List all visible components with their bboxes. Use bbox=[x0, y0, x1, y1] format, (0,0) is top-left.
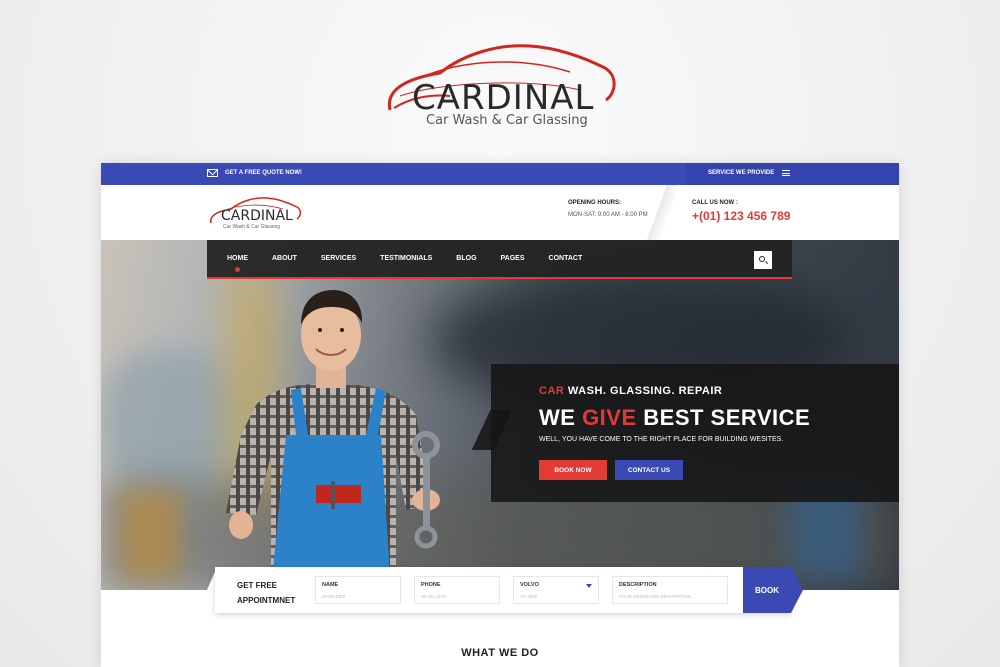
headline-end: BEST SERVICE bbox=[636, 405, 811, 430]
hero-subtitle-highlight: CAR bbox=[539, 385, 565, 397]
hero-message-panel: CAR WASH. GLASSING. REPAIR WE GIVE BEST … bbox=[491, 364, 899, 502]
appointment-title: GET FREE APPOINTMNET bbox=[237, 578, 295, 608]
nav-item-about[interactable]: ABOUT bbox=[272, 255, 297, 262]
vehicle-select-label: VOLVO bbox=[520, 582, 539, 588]
divider bbox=[646, 185, 682, 240]
headline-start: WE bbox=[539, 405, 583, 430]
description-field[interactable]: DESCRIPTION YOUR NEEDS AND DESCRIPTION bbox=[612, 576, 728, 604]
main-nav: HOME ABOUT SERVICES TESTIMONIALS BLOG PA… bbox=[207, 240, 792, 279]
brand-name: CARDINAL bbox=[412, 78, 595, 118]
search-button[interactable] bbox=[754, 251, 772, 269]
call-us: CALL US NOW : +(01) 123 456 789 bbox=[692, 200, 790, 223]
site-logo[interactable]: CARDINAL Car Wash & Car Glassing bbox=[207, 195, 307, 233]
hero-headline: WE GIVE BEST SERVICE bbox=[539, 405, 810, 431]
website-mockup: GET A FREE QUOTE NOW! SERVICE WE PROVIDE… bbox=[101, 163, 899, 667]
free-quote-label: GET A FREE QUOTE NOW! bbox=[225, 170, 302, 176]
services-label: SERVICE WE PROVIDE bbox=[708, 170, 775, 176]
vehicle-select[interactable]: VOLVO XX 3000 bbox=[513, 576, 599, 604]
phone-field-placeholder: 99 432 3210 bbox=[421, 594, 447, 599]
hours-value: MON-SAT: 9.00 AM - 8.00 PM bbox=[568, 212, 648, 218]
logo-name: CARDINAL bbox=[221, 208, 293, 224]
nav-item-testimonials[interactable]: TESTIMONIALS bbox=[380, 255, 432, 262]
free-quote-link[interactable]: GET A FREE QUOTE NOW! bbox=[207, 169, 302, 177]
nav-item-contact[interactable]: CONTACT bbox=[549, 255, 583, 262]
name-field-placeholder: JHON DEO bbox=[322, 594, 346, 599]
appointment-form: GET FREE APPOINTMNET NAME JHON DEO PHONE… bbox=[215, 567, 791, 613]
mail-icon bbox=[207, 169, 218, 177]
nav-item-blog[interactable]: BLOG bbox=[456, 255, 476, 262]
menu-icon bbox=[782, 170, 791, 176]
background-blur bbox=[121, 490, 181, 580]
hero-description: WELL, YOU HAVE COME TO THE RIGHT PLACE F… bbox=[539, 436, 784, 443]
call-label: CALL US NOW : bbox=[692, 200, 738, 206]
search-icon bbox=[759, 256, 765, 262]
description-field-label: DESCRIPTION bbox=[619, 582, 657, 588]
brand-tagline: Car Wash & Car Glassing bbox=[426, 113, 588, 128]
headline-highlight: GIVE bbox=[582, 405, 637, 430]
nav-item-pages[interactable]: PAGES bbox=[501, 255, 525, 262]
services-menu-link[interactable]: SERVICE WE PROVIDE bbox=[708, 170, 791, 176]
book-now-button[interactable]: BOOK NOW bbox=[539, 460, 607, 480]
section-title: WHAT WE DO bbox=[461, 647, 539, 659]
top-bar: GET A FREE QUOTE NOW! SERVICE WE PROVIDE bbox=[101, 163, 899, 185]
opening-hours: OPENING HOURS: MON-SAT: 9.00 AM - 8.00 P… bbox=[568, 200, 648, 218]
chevron-down-icon bbox=[586, 584, 592, 588]
book-button[interactable]: BOOK bbox=[743, 567, 791, 613]
hours-label: OPENING HOURS: bbox=[568, 200, 622, 206]
appointment-title-line2: APPOINTMNET bbox=[237, 596, 296, 605]
hero-subtitle-rest: WASH. GLASSING. REPAIR bbox=[564, 385, 723, 397]
hero-banner: HOME ABOUT SERVICES TESTIMONIALS BLOG PA… bbox=[101, 240, 899, 590]
mechanic-photo bbox=[226, 290, 440, 590]
phone-field[interactable]: PHONE 99 432 3210 bbox=[414, 576, 500, 604]
hero-subtitle: CAR WASH. GLASSING. REPAIR bbox=[539, 385, 722, 397]
description-field-placeholder: YOUR NEEDS AND DESCRIPTION bbox=[619, 594, 692, 599]
phone-field-label: PHONE bbox=[421, 582, 441, 588]
appointment-title-line1: GET FREE bbox=[237, 581, 278, 590]
showcase-brand: CARDINAL Car Wash & Car Glassing bbox=[0, 30, 1000, 130]
logo-tagline: Car Wash & Car Glassing bbox=[223, 224, 281, 230]
site-header: CARDINAL Car Wash & Car Glassing OPENING… bbox=[101, 185, 899, 240]
nav-item-home[interactable]: HOME bbox=[227, 255, 248, 272]
name-field[interactable]: NAME JHON DEO bbox=[315, 576, 401, 604]
book-button-tip bbox=[791, 567, 803, 613]
vehicle-select-placeholder: XX 3000 bbox=[520, 594, 538, 599]
contact-us-button[interactable]: CONTACT US bbox=[615, 460, 683, 480]
call-phone[interactable]: +(01) 123 456 789 bbox=[692, 209, 790, 223]
nav-item-services[interactable]: SERVICES bbox=[321, 255, 356, 262]
name-field-label: NAME bbox=[322, 582, 339, 588]
